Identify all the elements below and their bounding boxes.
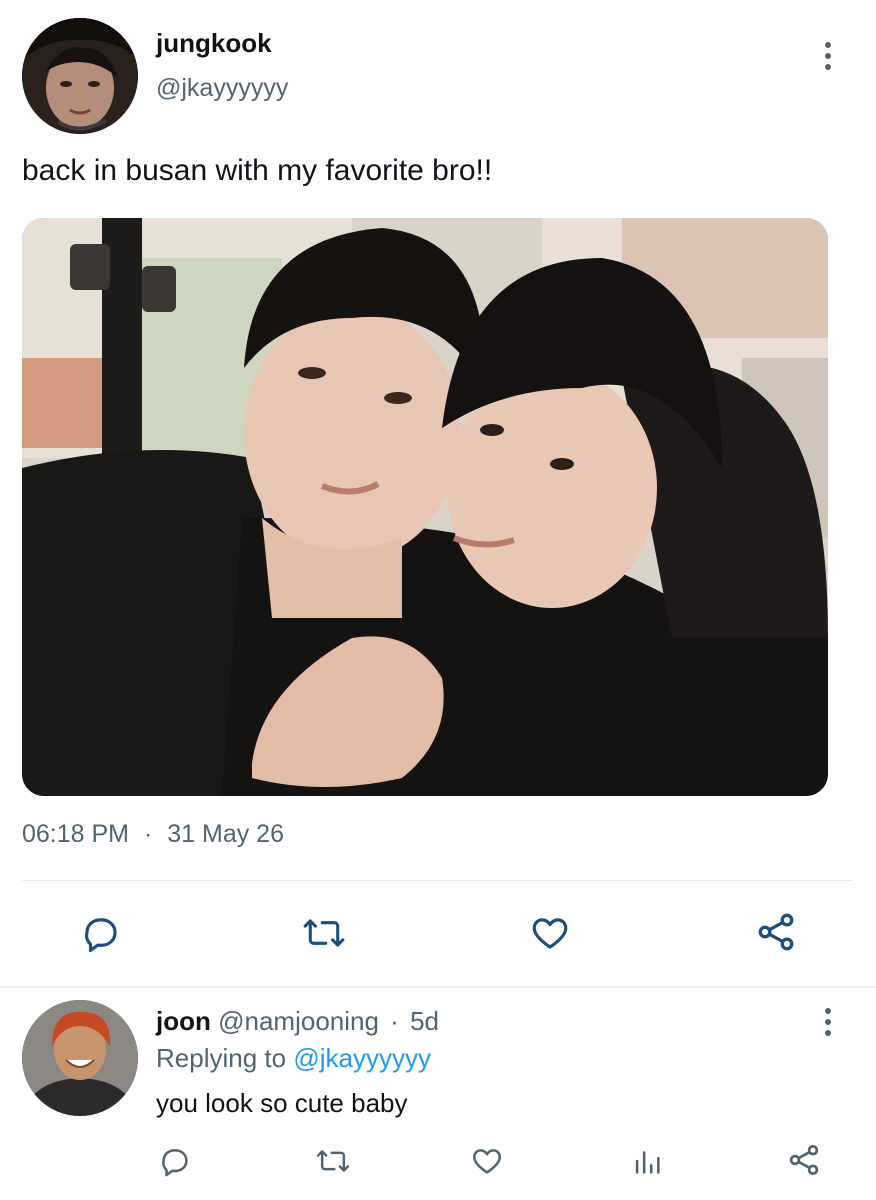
replying-to-label: Replying to — [156, 1043, 287, 1073]
reply-author-name[interactable]: joon — [156, 1006, 211, 1036]
reply-author-avatar[interactable] — [22, 1000, 138, 1116]
tweet-time: 06:18 PM — [22, 820, 130, 848]
author-name[interactable]: jungkook — [156, 28, 272, 59]
reply-analytics-icon[interactable] — [630, 1144, 664, 1178]
replying-to-handle[interactable]: @jkayyyyyy — [293, 1043, 431, 1073]
reply-separator: · — [390, 1006, 399, 1036]
meta-separator: · — [143, 820, 153, 848]
like-icon[interactable] — [528, 912, 572, 954]
divider — [22, 880, 852, 881]
photo-image — [22, 218, 828, 796]
tweet-more-icon[interactable] — [824, 42, 832, 70]
reply-author-handle[interactable]: @namjooning — [218, 1006, 379, 1036]
reply-retweet-icon[interactable] — [314, 1144, 352, 1178]
reply-header: joon @namjooning · 5d — [156, 1006, 439, 1037]
author-avatar[interactable] — [22, 18, 138, 134]
replying-to: Replying to @jkayyyyyy — [156, 1043, 431, 1074]
tweet-photo[interactable] — [22, 218, 828, 796]
reply-age: 5d — [410, 1006, 439, 1036]
reply-icon[interactable] — [80, 912, 122, 954]
reply-like-icon[interactable] — [470, 1144, 504, 1178]
reply-avatar-photo — [22, 1000, 138, 1116]
tweet-text: back in busan with my favorite bro!! — [22, 154, 493, 187]
tweet-date: 31 May 26 — [167, 820, 284, 848]
reply-reply-icon[interactable] — [158, 1144, 192, 1178]
avatar-photo — [22, 18, 138, 134]
reply-text: you look so cute baby — [156, 1088, 408, 1118]
author-handle[interactable]: @jkayyyyyy — [156, 74, 288, 103]
tweet-timestamp[interactable]: 06:18 PM · 31 May 26 — [22, 820, 284, 849]
section-divider — [0, 986, 876, 988]
reply-more-icon[interactable] — [824, 1008, 832, 1036]
retweet-icon[interactable] — [300, 912, 348, 954]
share-icon[interactable] — [754, 910, 798, 954]
reply-share-icon[interactable] — [786, 1142, 822, 1178]
